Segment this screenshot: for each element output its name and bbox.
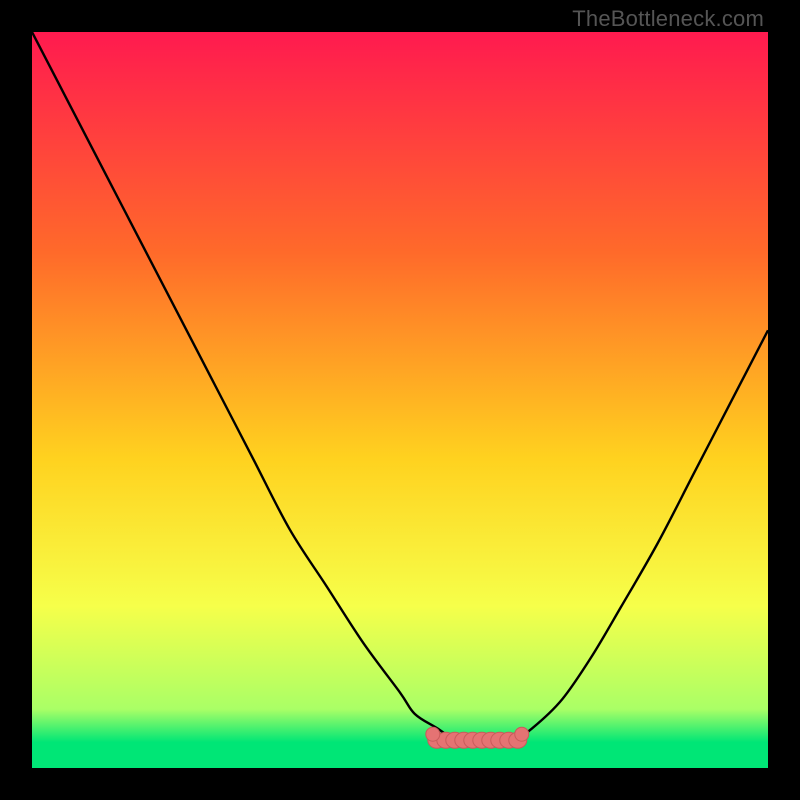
chart-svg xyxy=(32,32,768,768)
chart-frame: TheBottleneck.com xyxy=(0,0,800,800)
bottleneck-curve xyxy=(32,32,768,743)
flat-zone-end-start xyxy=(426,727,440,741)
flat-zone-end-end xyxy=(515,727,529,741)
watermark-text: TheBottleneck.com xyxy=(572,6,764,32)
plot-area xyxy=(32,32,768,768)
